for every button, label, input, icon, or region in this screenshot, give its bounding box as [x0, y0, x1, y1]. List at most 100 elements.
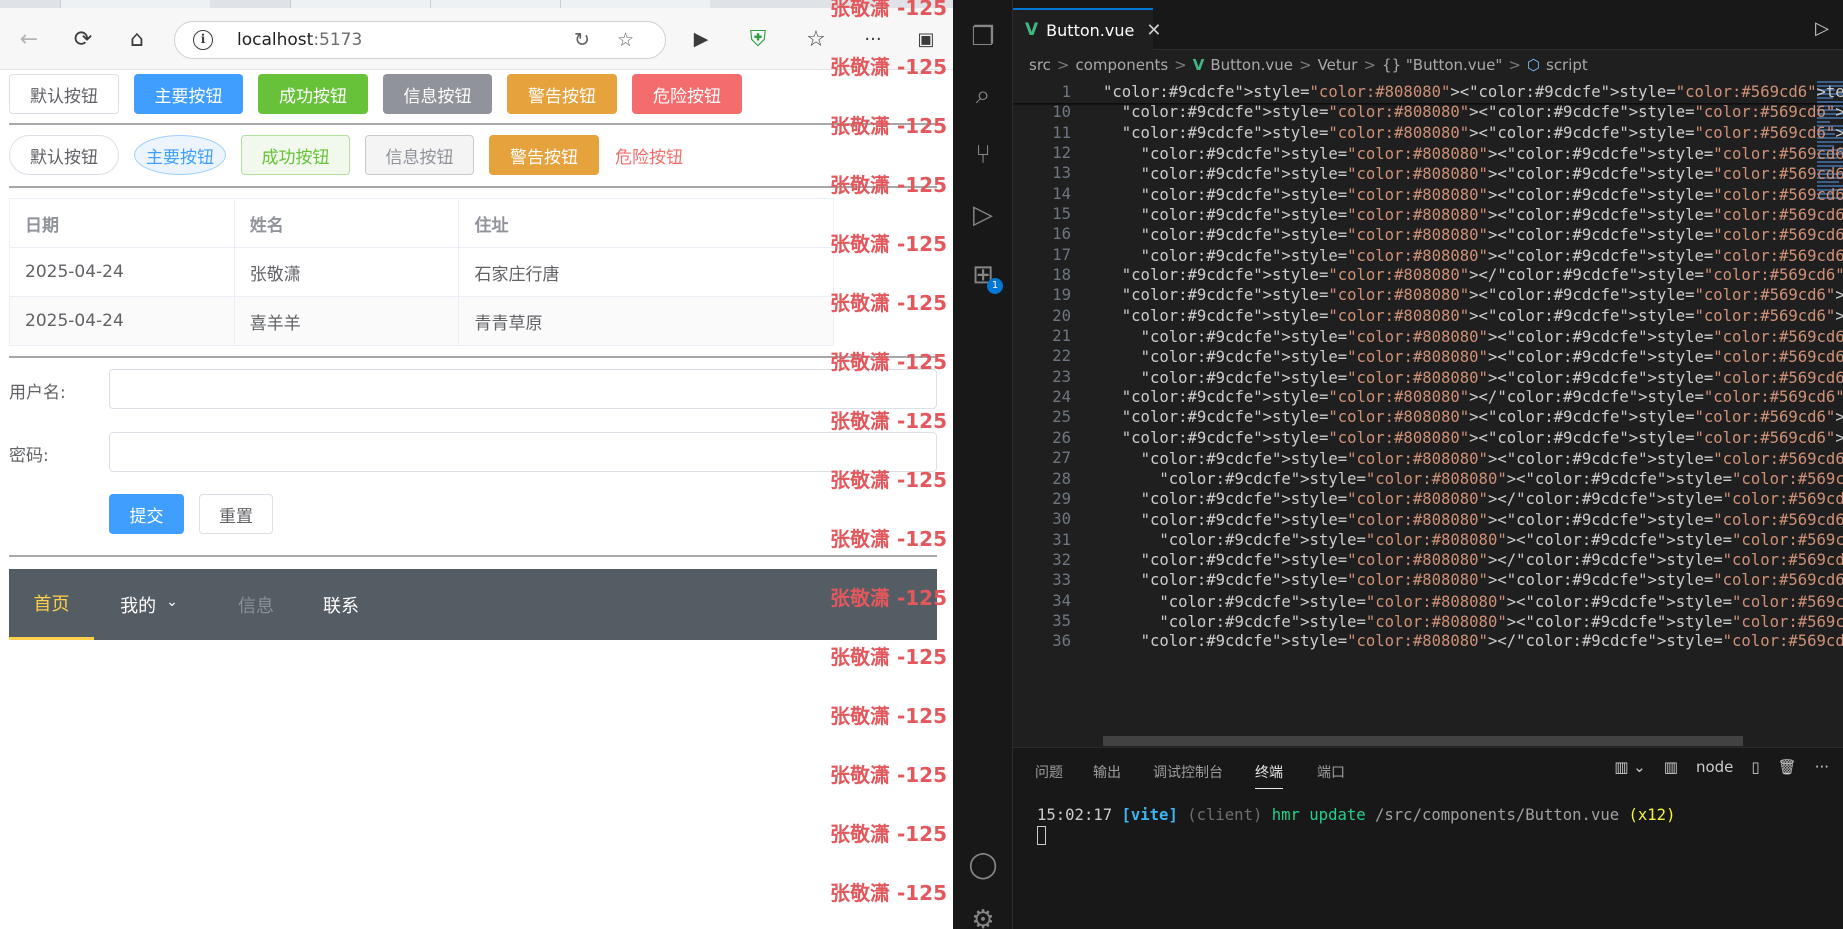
watermark: 张敬潇 -125 - 1310: [830, 232, 953, 256]
code-text: "color:#9cdcfe">style="color:#808080"><"…: [1121, 286, 1843, 305]
line-number: 27: [1052, 449, 1071, 468]
reset-button[interactable]: 重置: [199, 494, 273, 534]
run-icon[interactable]: ▷: [1815, 18, 1829, 39]
horizontal-scrollbar[interactable]: [1103, 736, 1743, 746]
info-button[interactable]: 信息按钮: [383, 74, 492, 114]
default-button[interactable]: 默认按钮: [9, 74, 119, 114]
address-url[interactable]: localhost:5173: [237, 30, 362, 50]
watermark: 张敬潇 -125 - 1310: [830, 114, 953, 138]
browser-tab[interactable]: [430, 0, 580, 8]
line-number: 26: [1052, 428, 1071, 447]
browser-window: ← ⟳ ⌂ i localhost:5173 ↻ ☆ ▶ ⛨ ☆ ··· ▣ 默…: [0, 0, 953, 929]
tab-problems[interactable]: 问题: [1035, 762, 1063, 782]
breadcrumb-item[interactable]: {} "Button.vue": [1382, 56, 1502, 74]
menu-item-info: 信息: [238, 595, 274, 617]
code-text: "color:#9cdcfe">style="color:#808080"></…: [1140, 550, 1843, 569]
search-icon[interactable]: ⌕: [953, 70, 1013, 120]
account-icon[interactable]: ◯: [953, 840, 1013, 890]
plain-info-button[interactable]: 信息按钮: [365, 135, 474, 175]
table-cell: 2025-04-24: [10, 248, 235, 296]
menu-item-mine[interactable]: 我的 ⌄: [109, 569, 189, 640]
breadcrumb-item[interactable]: Button.vue: [1210, 56, 1293, 74]
code-text: "color:#9cdcfe">style="color:#808080"><"…: [1121, 123, 1843, 142]
refresh-page-icon[interactable]: ↻: [574, 29, 590, 51]
code-line[interactable]: 36 "color:#9cdcfe">style="color:#808080"…: [1013, 629, 1843, 653]
code-text: "color:#9cdcfe">style="color:#808080"><"…: [1103, 82, 1843, 101]
submit-button[interactable]: 提交: [109, 494, 184, 534]
line-number: 23: [1052, 367, 1071, 386]
editor-tabs: V Button.vue ✕ ▷: [1013, 8, 1843, 50]
line-number: 20: [1052, 306, 1071, 325]
breadcrumb-separator: >: [1508, 56, 1521, 74]
vscode-titlebar: [1013, 0, 1843, 8]
breadcrumb-item[interactable]: script: [1546, 56, 1588, 74]
back-arrow-icon[interactable]: ←: [12, 22, 46, 56]
code-text: "color:#9cdcfe">style="color:#808080"><"…: [1121, 428, 1843, 447]
favorites-list-icon[interactable]: ☆: [799, 22, 833, 56]
plain-circle-primary-button[interactable]: 主要按钮: [134, 135, 226, 175]
split-terminal-icon[interactable]: ▯: [1751, 758, 1759, 776]
site-info-icon[interactable]: i: [193, 30, 213, 50]
username-input[interactable]: [109, 369, 937, 409]
breadcrumb-item[interactable]: Vetur: [1318, 56, 1358, 74]
address-bar[interactable]: i localhost:5173 ↻ ☆: [174, 21, 666, 59]
tab-debug-console[interactable]: 调试控制台: [1153, 762, 1223, 782]
tab-output[interactable]: 输出: [1093, 762, 1121, 782]
code-text: "color:#9cdcfe">style="color:#808080"></…: [1140, 489, 1843, 508]
line-number: 30: [1052, 510, 1071, 529]
explorer-icon[interactable]: ❐: [953, 12, 1013, 62]
line-number: 36: [1052, 632, 1071, 651]
play-icon[interactable]: ▶: [684, 22, 718, 56]
extensions-icon[interactable]: ⊞ 1: [953, 250, 1013, 300]
split-terminal-dropdown-icon[interactable]: ▥ ⌄: [1614, 758, 1646, 776]
plain-success-button[interactable]: 成功按钮: [241, 135, 350, 175]
star-icon[interactable]: ☆: [617, 29, 634, 51]
code-text: "color:#9cdcfe">style="color:#808080"></…: [1121, 388, 1843, 407]
tab-ports[interactable]: 端口: [1317, 762, 1345, 782]
code-editor[interactable]: 1 "color:#9cdcfe">style="color:#808080"><…: [1013, 79, 1843, 747]
browser-tab[interactable]: [560, 0, 710, 8]
home-icon[interactable]: ⌂: [120, 22, 154, 56]
code-text: "color:#9cdcfe">style="color:#808080"><"…: [1159, 469, 1843, 488]
line-number: 28: [1052, 469, 1071, 488]
danger-link-button[interactable]: 危险按钮: [614, 135, 694, 175]
nav-menu: 首页 我的 ⌄ 信息 联系: [9, 569, 937, 640]
close-icon[interactable]: ✕: [1146, 20, 1161, 41]
divider: [9, 356, 937, 358]
run-debug-icon[interactable]: ▷: [953, 190, 1013, 240]
menu-item-home[interactable]: 首页: [9, 569, 94, 640]
browser-toolbar: ← ⟳ ⌂ i localhost:5173 ↻ ☆ ▶ ⛨ ☆ ··· ▣: [0, 8, 953, 70]
terminal-message: hmr update: [1271, 806, 1366, 824]
terminal-shell-label[interactable]: node: [1696, 758, 1733, 776]
settings-gear-icon[interactable]: ⚙: [953, 895, 1013, 929]
terminal-client: (client): [1187, 806, 1263, 824]
tab-button-vue[interactable]: V Button.vue ✕: [1013, 8, 1161, 50]
tab-terminal[interactable]: 终端: [1255, 762, 1283, 789]
table-row: 2025-04-24 张敬潇 石家庄行唐: [10, 248, 834, 297]
danger-button[interactable]: 危险按钮: [632, 74, 742, 114]
warning-button-enabled[interactable]: 警告按钮: [489, 135, 599, 175]
password-input[interactable]: [109, 432, 937, 472]
trash-icon[interactable]: 🗑: [1778, 758, 1797, 776]
extensions-badge: 1: [987, 278, 1003, 294]
breadcrumb-item[interactable]: src: [1029, 56, 1051, 74]
browser-tab[interactable]: [60, 0, 210, 8]
table-header-cell: 姓名: [235, 199, 460, 247]
activity-bar: ❐ ⌕ ⑂ ▷ ⊞ 1 ◯ ⚙: [953, 0, 1013, 929]
more-icon[interactable]: ···: [1815, 758, 1829, 776]
success-button[interactable]: 成功按钮: [258, 74, 368, 114]
round-default-button[interactable]: 默认按钮: [9, 135, 119, 175]
reload-icon[interactable]: ⟳: [66, 22, 100, 56]
menu-item-contact[interactable]: 联系: [301, 569, 381, 640]
breadcrumb-item[interactable]: components: [1075, 56, 1168, 74]
button-row-2: 默认按钮 主要按钮 成功按钮 信息按钮 警告按钮 危险按钮: [9, 135, 939, 175]
source-control-icon[interactable]: ⑂: [953, 130, 1013, 180]
warning-button[interactable]: 警告按钮: [507, 74, 617, 114]
shield-icon[interactable]: ⛨: [741, 22, 775, 56]
terminal-output[interactable]: 15:02:17 [vite] (client) hmr update /src…: [1037, 806, 1675, 824]
watermark: 张敬潇 -125 - 1310: [830, 409, 953, 433]
browser-tab[interactable]: [290, 0, 440, 8]
line-number: 29: [1052, 489, 1071, 508]
line-number: 13: [1052, 164, 1071, 183]
primary-button[interactable]: 主要按钮: [134, 74, 243, 114]
